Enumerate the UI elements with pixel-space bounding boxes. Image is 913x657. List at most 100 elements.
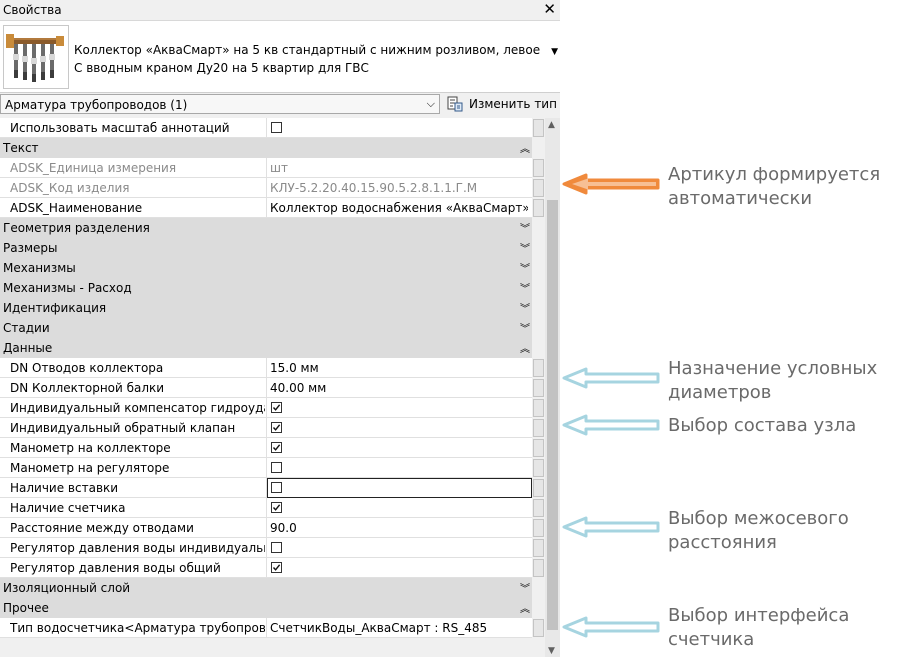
scrollbar-thumb[interactable] bbox=[547, 200, 558, 630]
type-selector-header[interactable]: Коллектор «АкваСмарт» на 5 кв стандартны… bbox=[0, 21, 560, 93]
property-row[interactable]: Индивидуальный компенсатор гидроуда... bbox=[0, 398, 532, 418]
associate-parameter-button[interactable] bbox=[533, 439, 544, 457]
associate-parameter-button[interactable] bbox=[533, 379, 544, 397]
property-row[interactable]: Манометр на коллекторе bbox=[0, 438, 532, 458]
check-icon bbox=[272, 404, 281, 411]
group-name: Механизмы bbox=[3, 261, 76, 275]
property-value[interactable]: 15.0 мм bbox=[270, 361, 528, 375]
double-chevron-down-icon[interactable]: ︾ bbox=[520, 260, 530, 275]
property-row[interactable]: Использовать масштаб аннотаций bbox=[0, 118, 532, 138]
associate-parameter-button[interactable] bbox=[533, 199, 544, 217]
double-chevron-up-icon[interactable]: ︽ bbox=[520, 140, 530, 155]
property-name: Использовать масштаб аннотаций bbox=[10, 121, 230, 135]
property-name: Наличие счетчика bbox=[10, 501, 126, 515]
arrow-left-icon bbox=[562, 414, 660, 436]
column-separator bbox=[266, 618, 267, 638]
chevron-down-icon[interactable]: ▼ bbox=[551, 47, 558, 57]
scroll-down-icon[interactable]: ▼ bbox=[548, 646, 555, 656]
associate-parameter-button[interactable] bbox=[533, 459, 544, 477]
property-group-header[interactable]: Текст ︽ bbox=[0, 138, 532, 158]
property-row[interactable]: Регулятор давления воды индивидуальн... bbox=[0, 538, 532, 558]
property-name: Расстояние между отводами bbox=[10, 521, 194, 535]
check-icon bbox=[272, 444, 281, 451]
property-group-header[interactable]: Данные ︽ bbox=[0, 338, 532, 358]
associate-parameter-button[interactable] bbox=[533, 119, 544, 137]
property-value[interactable]: шт bbox=[270, 161, 528, 175]
associate-parameter-button[interactable] bbox=[533, 559, 544, 577]
property-row[interactable]: ADSK_Наименование Коллектор водоснабжения… bbox=[0, 198, 532, 218]
property-checkbox[interactable] bbox=[271, 402, 282, 413]
close-icon[interactable]: ✕ bbox=[543, 1, 556, 17]
double-chevron-down-icon[interactable]: ︾ bbox=[520, 280, 530, 295]
double-chevron-up-icon[interactable]: ︽ bbox=[520, 340, 530, 355]
type-name-line1: Коллектор «АкваСмарт» на 5 кв стандартны… bbox=[74, 43, 544, 57]
property-name: Тип водосчетчика<Арматура трубопров... bbox=[10, 621, 265, 635]
property-row[interactable]: Регулятор давления воды общий bbox=[0, 558, 532, 578]
property-checkbox[interactable] bbox=[271, 122, 282, 133]
property-row[interactable]: ADSK_Единица измерения шт bbox=[0, 158, 532, 178]
associate-parameter-button[interactable] bbox=[533, 359, 544, 377]
property-value[interactable]: 40.00 мм bbox=[270, 381, 528, 395]
double-chevron-down-icon[interactable]: ︾ bbox=[520, 240, 530, 255]
associate-parameter-button[interactable] bbox=[533, 179, 544, 197]
property-row[interactable]: DN Отводов коллектора 15.0 мм bbox=[0, 358, 532, 378]
property-checkbox[interactable] bbox=[271, 422, 282, 433]
edit-type-label: Изменить тип bbox=[469, 97, 557, 111]
property-name: Индивидуальный обратный клапан bbox=[10, 421, 236, 435]
double-chevron-down-icon[interactable]: ︾ bbox=[520, 220, 530, 235]
scroll-up-icon[interactable]: ▲ bbox=[548, 120, 555, 130]
property-row[interactable]: Индивидуальный обратный клапан bbox=[0, 418, 532, 438]
double-chevron-down-icon[interactable]: ︾ bbox=[520, 320, 530, 335]
property-value[interactable]: Коллектор водоснабжения «АкваСмарт» ... bbox=[270, 201, 528, 215]
property-row[interactable]: DN Коллекторной балки 40.00 мм bbox=[0, 378, 532, 398]
associate-parameter-button[interactable] bbox=[533, 399, 544, 417]
property-group-header[interactable]: Механизмы ︾ bbox=[0, 258, 532, 278]
chevron-down-icon: ⌵ bbox=[426, 97, 435, 110]
column-separator bbox=[266, 118, 267, 138]
associate-parameter-button[interactable] bbox=[533, 159, 544, 177]
column-separator bbox=[266, 358, 267, 378]
property-group-header[interactable]: Идентификация ︾ bbox=[0, 298, 532, 318]
property-row[interactable]: Расстояние между отводами 90.0 bbox=[0, 518, 532, 538]
property-group-header[interactable]: Стадии ︾ bbox=[0, 318, 532, 338]
double-chevron-up-icon[interactable]: ︽ bbox=[520, 600, 530, 615]
annotation-label: Назначение условных диаметров bbox=[668, 357, 877, 405]
property-name: ADSK_Код изделия bbox=[10, 181, 130, 195]
associate-parameter-button[interactable] bbox=[533, 419, 544, 437]
column-separator bbox=[266, 178, 267, 198]
property-group-header[interactable]: Прочее ︽ bbox=[0, 598, 532, 618]
property-name: DN Отводов коллектора bbox=[10, 361, 164, 375]
associate-parameter-button[interactable] bbox=[533, 539, 544, 557]
associate-parameter-button[interactable] bbox=[533, 479, 544, 497]
property-value[interactable]: СчетчикВоды_АкваСмарт : RS_485 bbox=[270, 621, 528, 635]
property-row[interactable]: Наличие вставки bbox=[0, 478, 532, 498]
property-row[interactable]: ADSK_Код изделия КЛУ-5.2.20.40.15.90.5.2.… bbox=[0, 178, 532, 198]
property-row[interactable]: Наличие счетчика bbox=[0, 498, 532, 518]
property-checkbox[interactable] bbox=[271, 502, 282, 513]
group-name: Идентификация bbox=[3, 301, 107, 315]
associate-parameter-button[interactable] bbox=[533, 619, 544, 637]
associate-parameter-button[interactable] bbox=[533, 499, 544, 517]
category-filter-dropdown[interactable]: Арматура трубопроводов (1) ⌵ bbox=[0, 94, 440, 114]
property-checkbox[interactable] bbox=[271, 562, 282, 573]
property-group-header[interactable]: Геометрия разделения ︾ bbox=[0, 218, 532, 238]
group-name: Геометрия разделения bbox=[3, 221, 150, 235]
property-group-header[interactable]: Механизмы - Расход ︾ bbox=[0, 278, 532, 298]
property-row[interactable]: Тип водосчетчика<Арматура трубопров... Сч… bbox=[0, 618, 532, 638]
double-chevron-down-icon[interactable]: ︾ bbox=[520, 580, 530, 595]
double-chevron-down-icon[interactable]: ︾ bbox=[520, 300, 530, 315]
annotation-label: Выбор интерфейса счетчика bbox=[668, 604, 849, 652]
annotation-line1: Выбор состава узла bbox=[668, 415, 857, 436]
property-checkbox[interactable] bbox=[271, 542, 282, 553]
property-value[interactable]: КЛУ-5.2.20.40.15.90.5.2.8.1.1.Г.М bbox=[270, 181, 528, 195]
property-group-header[interactable]: Изоляционный слой ︾ bbox=[0, 578, 532, 598]
property-checkbox[interactable] bbox=[271, 462, 282, 473]
property-checkbox[interactable] bbox=[271, 442, 282, 453]
associate-parameter-button[interactable] bbox=[533, 519, 544, 537]
annotation-line2: автоматически bbox=[668, 188, 813, 209]
property-group-header[interactable]: Размеры ︾ bbox=[0, 238, 532, 258]
property-row[interactable]: Манометр на регуляторе bbox=[0, 458, 532, 478]
vertical-scrollbar[interactable]: ▲ ▼ bbox=[545, 118, 560, 657]
group-name: Изоляционный слой bbox=[3, 581, 131, 595]
property-value[interactable]: 90.0 bbox=[270, 521, 528, 535]
